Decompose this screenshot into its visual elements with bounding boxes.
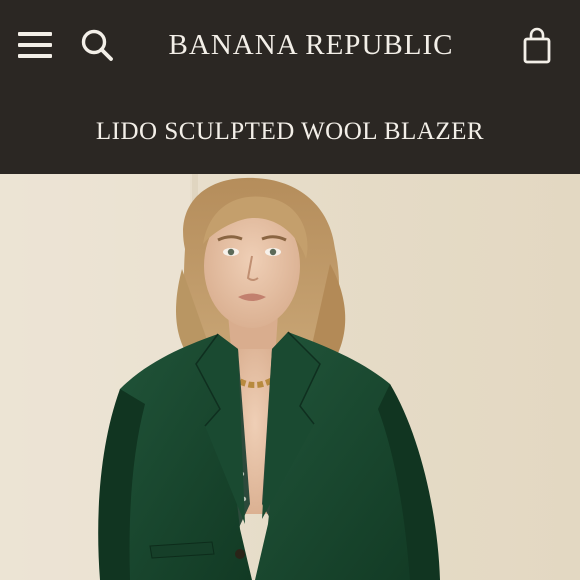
shopping-bag-button[interactable]: [522, 27, 552, 65]
search-button[interactable]: [80, 28, 114, 62]
product-title-bar: LIDO SCULPTED WOOL BLAZER: [0, 90, 580, 174]
brand-logo[interactable]: BANANA REPUBLIC: [150, 27, 472, 63]
site-header: BANANA REPUBLIC: [0, 0, 580, 90]
product-title: LIDO SCULPTED WOOL BLAZER: [95, 118, 485, 145]
search-icon: [81, 29, 113, 61]
product-photo: [0, 174, 580, 580]
menu-button[interactable]: [18, 30, 52, 60]
product-image[interactable]: [0, 174, 580, 580]
shopping-bag-icon: [523, 27, 551, 64]
